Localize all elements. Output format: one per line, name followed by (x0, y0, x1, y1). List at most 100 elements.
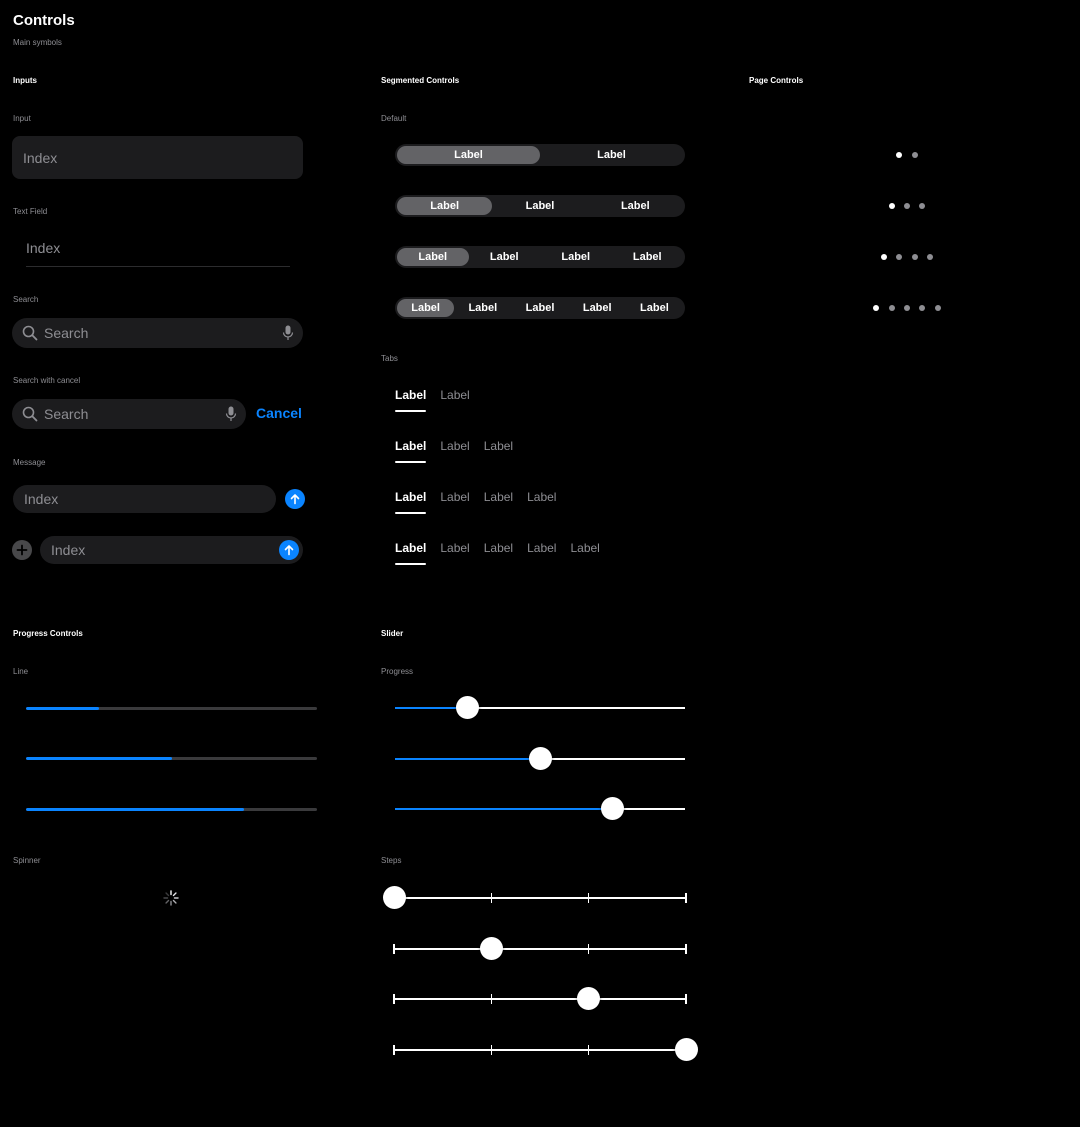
segmented-control: Label Label Label (395, 195, 685, 217)
segment-2[interactable]: Label (454, 299, 511, 317)
spinner-icon (163, 890, 179, 906)
slider-heading: Slider (381, 629, 404, 638)
segmented-control: Label Label Label Label Label (395, 297, 685, 319)
microphone-icon[interactable] (225, 406, 237, 422)
segment-1[interactable]: Label (397, 146, 540, 164)
segment-4[interactable]: Label (612, 248, 684, 266)
progress-fill (26, 707, 99, 710)
page-dot-4[interactable] (919, 305, 926, 311)
segment-3[interactable]: Label (588, 197, 683, 215)
page-dot-1[interactable] (881, 254, 888, 260)
message-input[interactable]: Index (13, 485, 276, 513)
page-dot-2[interactable] (904, 203, 910, 209)
search-cancel-input[interactable]: Search (12, 399, 246, 429)
tab-bar: Label Label Label (395, 439, 513, 463)
send-button[interactable] (279, 540, 299, 560)
segment-1[interactable]: Label (397, 299, 455, 317)
microphone-icon[interactable] (282, 325, 294, 341)
slider-knob[interactable] (577, 987, 601, 1010)
tab-4[interactable]: Label (527, 541, 556, 555)
progress-heading: Progress Controls (13, 629, 83, 638)
page-dot-4[interactable] (926, 254, 933, 260)
message-placeholder: Index (51, 542, 86, 558)
tab-4[interactable]: Label (527, 490, 556, 504)
segment-5[interactable]: Label (626, 299, 683, 317)
tab-3[interactable]: Label (484, 490, 513, 504)
text-field-label: Text Field (13, 207, 48, 216)
segment-1[interactable]: Label (397, 197, 493, 215)
page-dot-1[interactable] (896, 152, 903, 158)
search-icon (22, 406, 38, 422)
tab-3[interactable]: Label (484, 541, 513, 555)
text-field[interactable]: Index (26, 240, 60, 256)
segmented-default-label: Default (381, 114, 407, 123)
page-dot-5[interactable] (934, 305, 941, 311)
slider-knob[interactable] (601, 797, 624, 820)
tab-1[interactable]: Label (395, 439, 427, 463)
page-dot-3[interactable] (919, 203, 926, 209)
progress-fill (26, 808, 245, 811)
segment-3[interactable]: Label (540, 248, 612, 266)
segment-2[interactable]: Label (492, 197, 587, 215)
message-input-with-add[interactable]: Index (40, 536, 303, 564)
spinner-label: Spinner (13, 856, 41, 865)
segment-2[interactable]: Label (469, 248, 541, 266)
step-tick (685, 893, 687, 903)
page-dot-1[interactable] (888, 203, 895, 209)
tab-1[interactable]: Label (395, 388, 427, 412)
slider-steps-label: Steps (381, 856, 402, 865)
progress-slider[interactable] (395, 797, 685, 820)
step-slider[interactable] (382, 886, 687, 909)
tab-1[interactable]: Label (395, 490, 427, 514)
tab-5[interactable]: Label (570, 541, 599, 555)
search-placeholder: Search (44, 325, 89, 341)
tab-2[interactable]: Label (440, 541, 469, 555)
step-slider[interactable] (393, 937, 687, 960)
input-label: Input (13, 114, 31, 123)
input-placeholder: Index (23, 149, 58, 166)
segment-2[interactable]: Label (540, 146, 683, 164)
step-slider[interactable] (393, 1038, 698, 1061)
send-button[interactable] (285, 489, 305, 509)
step-tick (685, 944, 687, 954)
slider-fill (395, 758, 540, 760)
page-dot-2[interactable] (911, 152, 918, 158)
add-button[interactable] (12, 540, 32, 560)
slider-knob[interactable] (479, 937, 503, 960)
segment-3[interactable]: Label (511, 299, 568, 317)
index-input[interactable]: Index (12, 136, 303, 179)
segmented-control: Label Label (395, 144, 685, 166)
page-dot-3[interactable] (904, 305, 910, 311)
message-placeholder: Index (24, 491, 59, 507)
step-tick (393, 1045, 395, 1055)
progress-slider[interactable] (395, 696, 685, 719)
page-dot-2[interactable] (896, 254, 903, 260)
step-tick (587, 1045, 590, 1055)
cancel-button[interactable]: Cancel (256, 405, 302, 421)
page-dot-1[interactable] (873, 305, 880, 311)
progress-bar (26, 757, 317, 760)
step-tick (393, 994, 395, 1004)
tab-2[interactable]: Label (440, 439, 469, 453)
tab-bar: Label Label (395, 388, 470, 412)
slider-knob[interactable] (674, 1038, 698, 1061)
tab-2[interactable]: Label (440, 388, 469, 402)
slider-knob[interactable] (382, 886, 406, 909)
step-slider[interactable] (393, 987, 687, 1010)
tab-2[interactable]: Label (440, 490, 469, 504)
tab-3[interactable]: Label (484, 439, 513, 453)
segment-4[interactable]: Label (569, 299, 626, 317)
step-tick (587, 893, 590, 903)
search-input[interactable]: Search (12, 318, 303, 348)
tab-1[interactable]: Label (395, 541, 427, 565)
page-dot-3[interactable] (911, 254, 918, 260)
search-label: Search (13, 295, 39, 304)
progress-fill (26, 757, 172, 760)
segment-1[interactable]: Label (397, 248, 469, 266)
progress-slider[interactable] (395, 747, 685, 770)
search-cancel-label: Search with cancel (13, 376, 81, 385)
page-dot-2[interactable] (888, 305, 895, 311)
slider-knob[interactable] (456, 696, 479, 719)
progress-line-label: Line (13, 667, 29, 676)
slider-knob[interactable] (528, 747, 552, 770)
